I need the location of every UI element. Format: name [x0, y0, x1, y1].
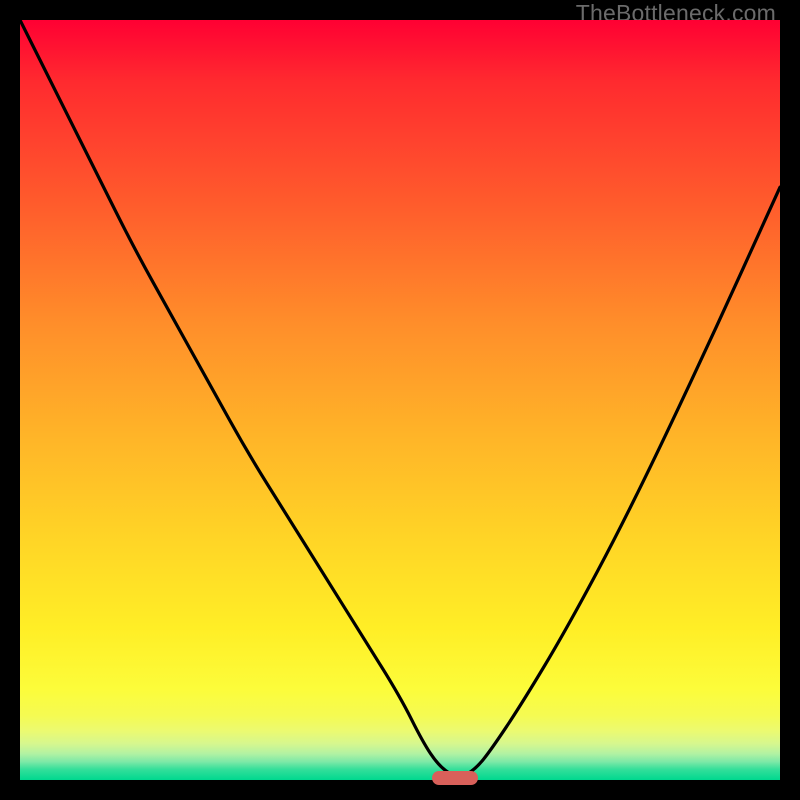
curve-path	[20, 20, 780, 777]
bottleneck-curve	[20, 20, 780, 780]
optimal-marker	[432, 771, 478, 785]
plot-area	[20, 20, 780, 780]
chart-frame: TheBottleneck.com	[0, 0, 800, 800]
